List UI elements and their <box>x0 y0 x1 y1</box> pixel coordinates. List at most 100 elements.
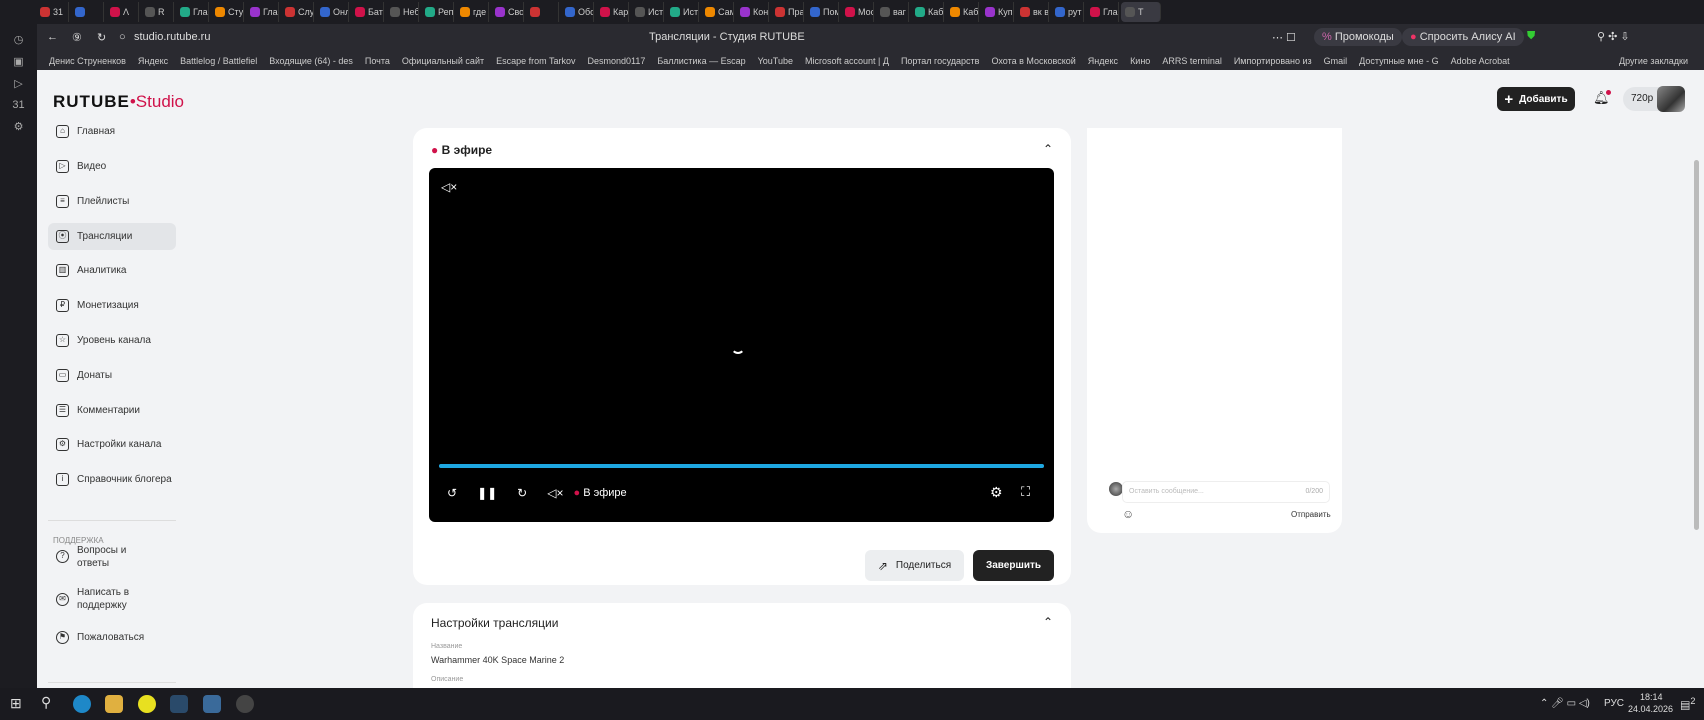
browser-tab[interactable]: вк в <box>1016 2 1049 22</box>
bookmark-item[interactable]: Официальный сайт <box>402 56 484 66</box>
bookmark-item[interactable]: Escape from Tarkov <box>496 56 575 66</box>
bookmark-item[interactable]: Входящие (64) - des <box>269 56 353 66</box>
browser-tab[interactable]: Пом <box>806 2 839 22</box>
tray-icons[interactable]: ⌃ 🎤︎ ▭ ◁) <box>1540 698 1590 709</box>
browser-tab[interactable]: Ист <box>631 2 664 22</box>
sidebar-item[interactable]: ☰ Комментарии <box>48 397 176 424</box>
bookmark-item[interactable]: Кино <box>1130 56 1150 66</box>
collections-icon[interactable]: ▣ <box>0 55 37 68</box>
extensions-icon[interactable]: ⚲ ✣ ⇩ <box>1597 30 1630 43</box>
bookmark-item[interactable]: Battlelog / Battlefiel <box>180 56 257 66</box>
bookmark-item[interactable]: Gmail <box>1324 56 1348 66</box>
edge-icon[interactable] <box>73 695 91 713</box>
volume-muted-icon[interactable]: ◁× <box>547 486 563 500</box>
browser-tab[interactable]: Неб <box>386 2 419 22</box>
video-player[interactable]: ◁× ↺ ❚❚ ↻ ◁× ● В эфире ⚙ ⛶ <box>429 168 1054 522</box>
browser-tab[interactable]: Кар <box>596 2 629 22</box>
browser-tab[interactable]: Т <box>1121 2 1161 22</box>
browser-tab[interactable]: Куп <box>981 2 1014 22</box>
bookmark-item[interactable]: Почта <box>365 56 390 66</box>
bookmark-item[interactable]: Денис Струненков <box>49 56 126 66</box>
browser-tab[interactable]: Λ <box>106 2 139 22</box>
support-item[interactable]: ⚑ Пожаловаться <box>48 624 176 651</box>
progress-bar[interactable] <box>439 464 1044 468</box>
user-avatar[interactable] <box>1657 86 1685 112</box>
yandex-browser-icon[interactable] <box>138 695 156 713</box>
shield-icon[interactable]: ⛊ <box>1527 30 1535 43</box>
collapse-icon[interactable]: ⌃ <box>1043 615 1053 629</box>
yandex-icon[interactable]: ⑨ <box>72 31 82 44</box>
collapse-icon[interactable]: ⌃ <box>1043 142 1053 156</box>
add-button[interactable]: + Добавить <box>1497 87 1575 111</box>
bookmark-item[interactable]: ARRS terminal <box>1162 56 1222 66</box>
browser-tab[interactable]: Слу <box>281 2 314 22</box>
play-icon[interactable]: ▷ <box>0 77 37 90</box>
bookmark-item[interactable]: Adobe Acrobat <box>1451 56 1510 66</box>
browser-tab[interactable]: Реп <box>421 2 454 22</box>
browser-tab[interactable]: R <box>141 2 174 22</box>
bookmark-item[interactable]: YouTube <box>758 56 793 66</box>
browser-tab[interactable]: Сам <box>701 2 734 22</box>
browser-tab[interactable]: Обо <box>561 2 594 22</box>
browser-tab[interactable]: 31 <box>36 2 69 22</box>
windows-start-icon[interactable]: ⊞ <box>10 695 22 712</box>
muted-icon[interactable]: ◁× <box>441 180 457 194</box>
bookmark-item[interactable]: Баллистика — Escap <box>657 56 745 66</box>
bookmark-item[interactable]: Импортировано из <box>1234 56 1312 66</box>
bookmark-item[interactable]: Яндекс <box>138 56 168 66</box>
browser-tab[interactable]: Глав <box>246 2 279 22</box>
emoji-icon[interactable]: ☺ <box>1122 507 1134 521</box>
obs-icon[interactable] <box>236 695 254 713</box>
browser-tab[interactable]: Сво <box>491 2 524 22</box>
support-item[interactable]: ? Вопросы и ответы <box>48 543 176 570</box>
bookmark-item[interactable]: Microsoft account | Д <box>805 56 889 66</box>
clock-date[interactable]: 24.04.2026 <box>1628 704 1673 714</box>
browser-tab[interactable]: Ист <box>666 2 699 22</box>
bookmark-item[interactable]: Desmond0117 <box>587 56 645 66</box>
history-icon[interactable]: ◷ <box>0 33 37 46</box>
sidebar-item[interactable]: ⦿ Трансляции <box>48 223 176 250</box>
other-bookmarks[interactable]: Другие закладки <box>1619 56 1704 66</box>
sidebar-item[interactable]: ▷ Видео <box>48 153 176 180</box>
bookmark-icon[interactable]: ⋯ ☐ <box>1272 31 1296 44</box>
send-button[interactable]: Отправить <box>1291 510 1331 519</box>
language-indicator[interactable]: РУС <box>1604 698 1624 709</box>
clock-time[interactable]: 18:14 <box>1640 692 1663 702</box>
rutube-studio-logo[interactable]: RUTUBE•Studio <box>53 92 184 112</box>
reload-icon[interactable]: ↻ <box>97 31 106 44</box>
browser-tab[interactable]: Каб <box>911 2 944 22</box>
rewind-10-icon[interactable]: ↺ <box>447 486 457 500</box>
sidebar-item[interactable]: ▥ Аналитика <box>48 257 176 284</box>
forward-10-icon[interactable]: ↻ <box>517 486 527 500</box>
bookmark-item[interactable]: Портал государств <box>901 56 980 66</box>
browser-tab[interactable]: Онл <box>316 2 349 22</box>
fullscreen-icon[interactable]: ⛶ <box>1021 484 1030 500</box>
sidebar-item[interactable]: ☆ Уровень канала <box>48 327 176 354</box>
bookmark-item[interactable]: Доступные мне - G <box>1359 56 1438 66</box>
sidebar-item[interactable]: ⚙ Настройки канала <box>48 431 176 458</box>
pause-icon[interactable]: ❚❚ <box>477 486 497 500</box>
url-input[interactable]: studio.rutube.ru <box>134 31 210 43</box>
settings-icon[interactable]: ⚙ <box>0 120 37 133</box>
bell-icon[interactable]: 🔔︎ <box>1593 90 1611 106</box>
bookmark-item[interactable]: Охота в Московской <box>991 56 1075 66</box>
support-item[interactable]: ✉ Написать в поддержку <box>48 584 176 614</box>
browser-tab[interactable]: где <box>456 2 489 22</box>
browser-tab[interactable]: Бат <box>351 2 384 22</box>
sidebar-item[interactable]: ≡ Плейлисты <box>48 188 176 215</box>
browser-tab[interactable]: Глав <box>1086 2 1119 22</box>
name-value[interactable]: Warhammer 40K Space Marine 2 <box>431 655 564 665</box>
sidebar-item[interactable]: ₽ Монетизация <box>48 292 176 319</box>
browser-tab[interactable]: ваг <box>876 2 909 22</box>
browser-tab[interactable]: Каб <box>946 2 979 22</box>
app-icon[interactable] <box>203 695 221 713</box>
notifications-icon[interactable]: ▤2 <box>1680 696 1696 712</box>
browser-tab[interactable]: Мос <box>841 2 874 22</box>
page-scrollbar[interactable] <box>1690 70 1704 688</box>
calendar-icon[interactable]: 31 <box>0 99 37 111</box>
explorer-icon[interactable] <box>105 695 123 713</box>
promo-button[interactable]: % Промокоды <box>1314 28 1402 46</box>
browser-tab[interactable]: рут <box>1051 2 1084 22</box>
browser-tab[interactable] <box>526 2 559 22</box>
sidebar-item[interactable]: ⌂ Главная <box>48 118 176 145</box>
